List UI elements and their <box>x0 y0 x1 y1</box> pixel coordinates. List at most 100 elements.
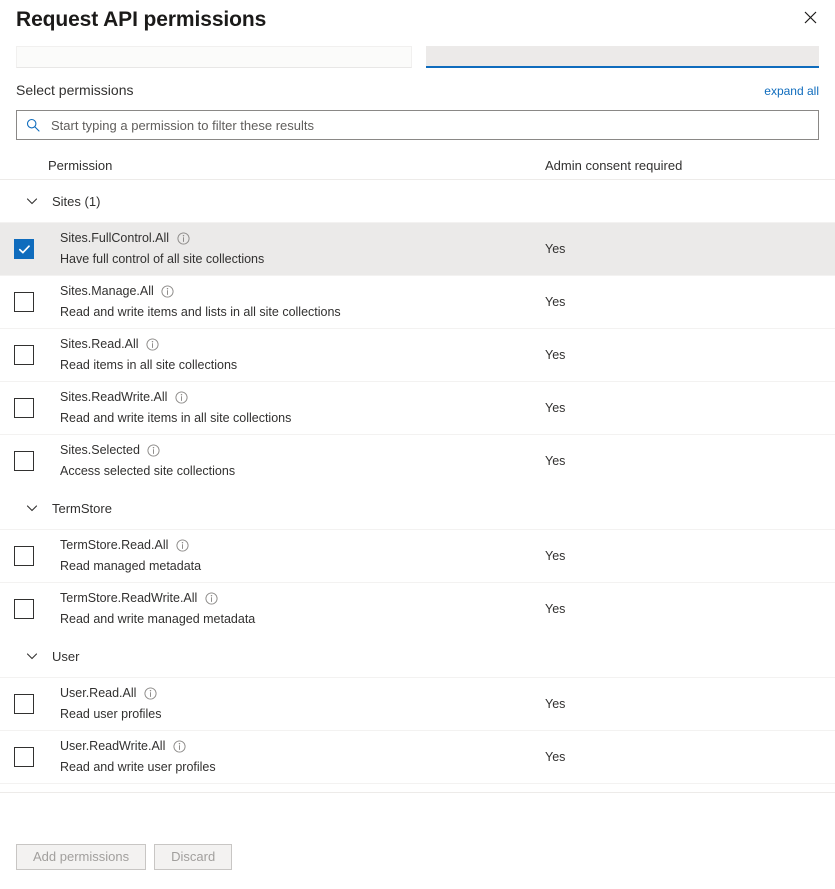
permission-cell: Sites.Manage.All Read and write items and… <box>48 276 545 328</box>
permission-group-header[interactable]: Sites (1) <box>0 180 835 222</box>
permission-checkbox[interactable] <box>14 599 34 619</box>
permission-name: Sites.Read.All <box>60 337 139 351</box>
permission-group-label: TermStore <box>52 500 112 516</box>
permission-checkbox[interactable] <box>14 546 34 566</box>
info-icon[interactable] <box>161 284 175 298</box>
select-permissions-section: Select permissions expand all <box>0 68 835 108</box>
table-row[interactable]: Sites.FullControl.All Have full control o… <box>0 222 835 275</box>
permission-cell: Sites.Read.All Read items in all site col… <box>48 329 545 381</box>
checkbox-cell <box>0 694 48 714</box>
info-icon[interactable] <box>175 538 189 552</box>
permission-filter-box[interactable] <box>16 110 819 140</box>
info-icon[interactable] <box>147 443 161 457</box>
admin-consent-value: Yes <box>545 242 566 256</box>
checkbox-cell <box>0 599 48 619</box>
permission-name-line: Sites.FullControl.All <box>60 229 533 247</box>
permission-description: Access selected site collections <box>60 464 236 478</box>
permission-cell: User.Read.All Read user profiles <box>48 678 545 730</box>
permission-description: Read and write managed metadata <box>60 612 256 626</box>
table-row[interactable]: Sites.Read.All Read items in all site col… <box>0 328 835 381</box>
info-icon[interactable] <box>176 231 190 245</box>
table-row[interactable]: User.Read.All Read user profiles Yes <box>0 677 835 730</box>
permission-group-header[interactable]: User <box>0 635 835 677</box>
table-row[interactable]: Sites.Selected Access selected site colle… <box>0 434 835 487</box>
admin-consent-value: Yes <box>545 750 566 764</box>
permissions-table: Permission Admin consent required Sites … <box>0 152 835 784</box>
permission-cell: TermStore.Read.All Read managed metadata <box>48 530 545 582</box>
search-input[interactable] <box>49 112 810 138</box>
chevron-down-icon <box>24 500 40 516</box>
permission-description: Have full control of all site collection… <box>60 252 265 266</box>
table-row[interactable]: TermStore.Read.All Read managed metadata Y… <box>0 529 835 582</box>
panel-footer: Add permissions Discard <box>0 792 835 889</box>
tab-application-permissions[interactable] <box>425 46 819 68</box>
tab-delegated-permissions[interactable] <box>16 46 412 68</box>
table-row[interactable]: TermStore.ReadWrite.All Read and write ma… <box>0 582 835 635</box>
permission-description: Read and write user profiles <box>60 760 216 774</box>
admin-consent-value: Yes <box>545 348 566 362</box>
admin-consent-value: Yes <box>545 602 566 616</box>
permission-description: Read and write items in all site collect… <box>60 411 292 425</box>
permission-cell: Sites.FullControl.All Have full control o… <box>48 223 545 275</box>
chevron-down-icon <box>24 193 40 209</box>
permission-name: TermStore.Read.All <box>60 538 169 552</box>
table-row[interactable]: Sites.ReadWrite.All Read and write items … <box>0 381 835 434</box>
permission-name-line: Sites.ReadWrite.All <box>60 388 533 406</box>
permission-group-label: Sites (1) <box>52 193 101 209</box>
permission-checkbox[interactable] <box>14 451 34 471</box>
info-icon[interactable] <box>143 686 157 700</box>
permission-cell: TermStore.ReadWrite.All Read and write ma… <box>48 583 545 635</box>
checkbox-cell <box>0 292 48 312</box>
permission-description: Read items in all site collections <box>60 358 238 372</box>
permission-name-line: TermStore.Read.All <box>60 536 533 554</box>
footer-buttons: Add permissions Discard <box>16 793 819 870</box>
permission-name: Sites.Selected <box>60 443 140 457</box>
permission-name: Sites.Manage.All <box>60 284 154 298</box>
table-header: Permission Admin consent required <box>0 152 835 180</box>
expand-all-link[interactable]: expand all <box>764 83 819 99</box>
permission-name: TermStore.ReadWrite.All <box>60 591 198 605</box>
table-row[interactable]: Sites.Manage.All Read and write items and… <box>0 275 835 328</box>
section-title: Select permissions <box>16 82 134 98</box>
table-row[interactable]: User.ReadWrite.All Read and write user pr… <box>0 730 835 783</box>
permission-checkbox[interactable] <box>14 239 34 259</box>
permission-cell: User.ReadWrite.All Read and write user pr… <box>48 731 545 783</box>
chevron-down-icon <box>24 648 40 664</box>
permission-checkbox[interactable] <box>14 292 34 312</box>
permission-name: Sites.ReadWrite.All <box>60 390 168 404</box>
tab-strip <box>0 40 835 68</box>
permission-name: User.ReadWrite.All <box>60 739 166 753</box>
permission-name: Sites.FullControl.All <box>60 231 170 245</box>
admin-consent-value: Yes <box>545 401 566 415</box>
permission-description: Read and write items and lists in all si… <box>60 305 341 319</box>
info-icon[interactable] <box>174 390 188 404</box>
permission-group-header[interactable]: TermStore <box>0 487 835 529</box>
panel-header: Request API permissions <box>0 0 835 40</box>
permission-name-line: Sites.Read.All <box>60 335 533 353</box>
permission-name-line: Sites.Selected <box>60 441 533 459</box>
permission-cell: Sites.ReadWrite.All Read and write items … <box>48 382 545 434</box>
info-icon[interactable] <box>204 591 218 605</box>
admin-consent-value: Yes <box>545 549 566 563</box>
column-header-admin-consent: Admin consent required <box>545 158 683 173</box>
admin-consent-value: Yes <box>545 295 566 309</box>
add-permissions-button[interactable]: Add permissions <box>16 844 147 870</box>
permission-checkbox[interactable] <box>14 398 34 418</box>
close-button[interactable] <box>793 0 827 34</box>
info-icon[interactable] <box>146 337 160 351</box>
discard-button[interactable]: Discard <box>154 844 233 870</box>
checkbox-cell <box>0 239 48 259</box>
permission-group-label: User <box>52 648 80 664</box>
checkbox-cell <box>0 398 48 418</box>
page-title: Request API permissions <box>16 8 267 31</box>
permission-checkbox[interactable] <box>14 747 34 767</box>
table-end-divider <box>0 783 835 784</box>
permission-checkbox[interactable] <box>14 345 34 365</box>
table-body: Sites (1) Sites.FullControl.All Have full … <box>0 180 835 784</box>
checkbox-cell <box>0 546 48 566</box>
permission-checkbox[interactable] <box>14 694 34 714</box>
info-icon[interactable] <box>172 739 186 753</box>
permission-description: Read user profiles <box>60 707 162 721</box>
permission-cell: Sites.Selected Access selected site colle… <box>48 435 545 487</box>
close-icon <box>804 11 817 24</box>
